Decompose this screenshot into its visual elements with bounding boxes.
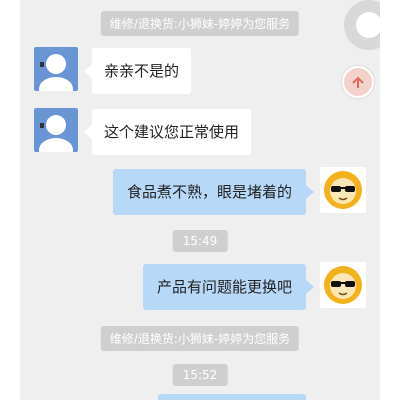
agent-avatar[interactable] [320, 262, 366, 308]
outgoing-message[interactable]: 食品煮不熟，眼是堵着的 [112, 169, 315, 215]
outgoing-message[interactable] [158, 394, 306, 400]
outgoing-message[interactable]: 产品有问题能更换吧 [142, 264, 315, 310]
refund-icon[interactable] [342, 66, 374, 98]
lion-sunglasses-avatar-icon [324, 266, 362, 304]
default-user-avatar-icon [39, 54, 73, 91]
incoming-message[interactable]: 亲亲不是的 [83, 48, 192, 94]
agent-avatar[interactable] [320, 167, 366, 213]
chat-area[interactable]: 维修/退换货:小狮妹-婷婷为您服务 亲亲不是的 这个建议您正常使用 食品煮不熟，… [20, 0, 380, 400]
incoming-message[interactable]: 这个建议您正常使用 [83, 109, 252, 155]
timestamp: 15:49 [172, 230, 228, 252]
lion-sunglasses-avatar-icon [324, 171, 362, 209]
default-user-avatar-icon [39, 115, 73, 152]
user-avatar[interactable] [34, 47, 78, 91]
system-notice: 维修/退换货:小狮妹-婷婷为您服务 [100, 11, 300, 36]
system-notice: 维修/退换货:小狮妹-婷婷为您服务 [100, 326, 300, 351]
floating-menu-icon[interactable] [344, 0, 380, 50]
refund-glyph [352, 76, 364, 88]
timestamp: 15:52 [172, 364, 228, 386]
user-avatar[interactable] [34, 108, 78, 152]
